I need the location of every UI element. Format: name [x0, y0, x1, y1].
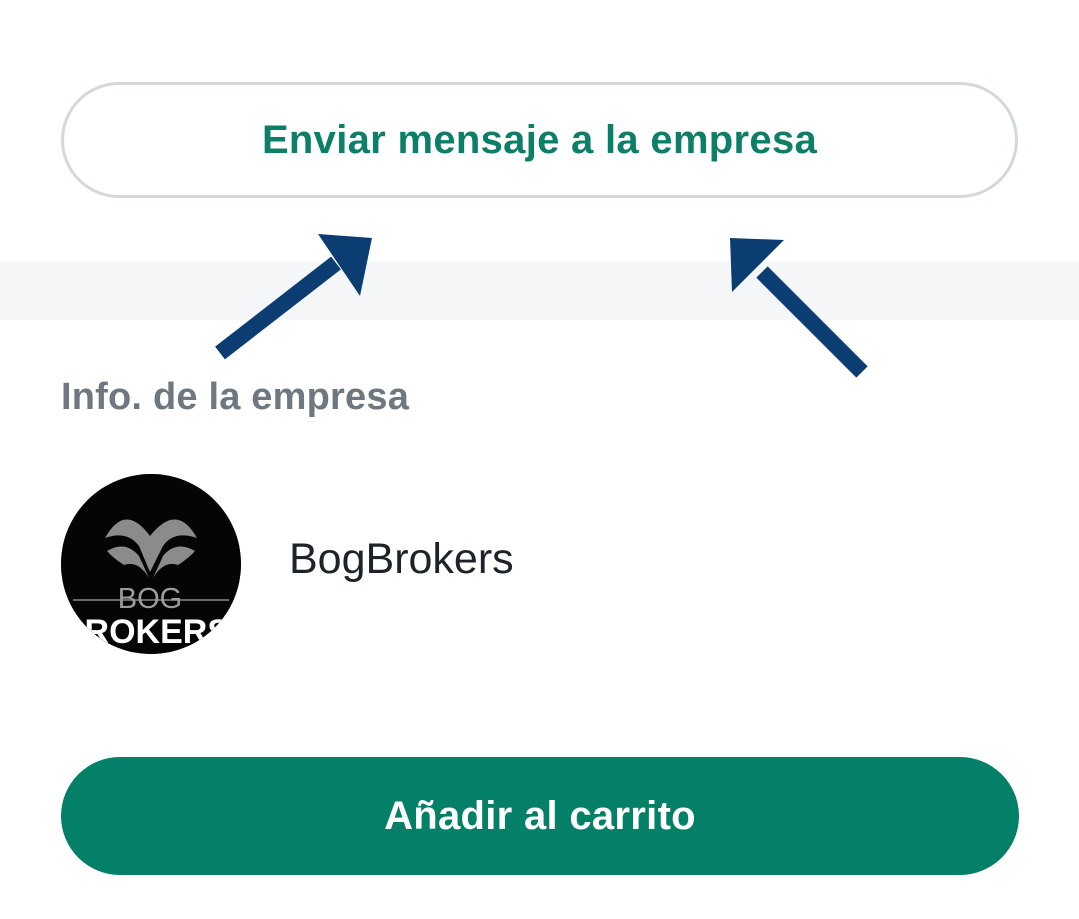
logo-text-top: BOG — [118, 583, 182, 615]
section-divider — [0, 262, 1079, 320]
company-row[interactable]: BOG BROKERS BogBrokers — [61, 474, 514, 654]
logo-text-bottom: BROKERS — [61, 613, 230, 651]
company-info-title: Info. de la empresa — [61, 376, 410, 418]
bog-brokers-logo: BOG BROKERS — [61, 474, 241, 654]
company-logo-avatar: BOG BROKERS — [61, 474, 241, 654]
add-to-cart-button[interactable]: Añadir al carrito — [61, 757, 1019, 875]
send-message-button[interactable]: Enviar mensaje a la empresa — [61, 82, 1018, 198]
send-message-button-label: Enviar mensaje a la empresa — [261, 117, 818, 162]
add-to-cart-button-label: Añadir al carrito — [384, 793, 696, 838]
company-name[interactable]: BogBrokers — [289, 535, 514, 584]
